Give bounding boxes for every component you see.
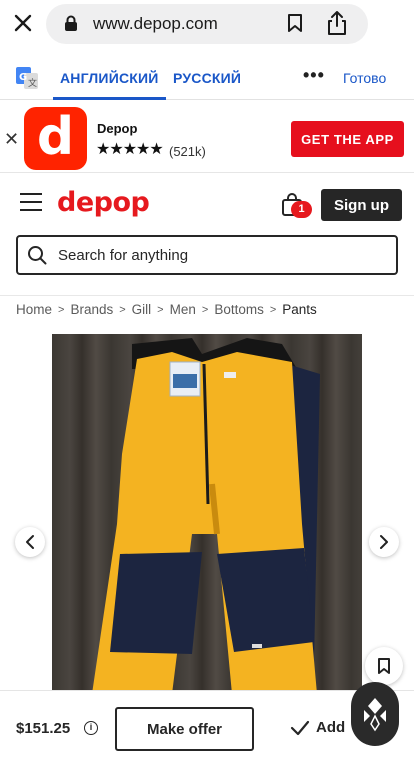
browser-toolbar: www.depop.com <box>0 0 414 50</box>
active-tab-indicator <box>53 97 166 100</box>
diamond-emblem-icon <box>364 698 386 732</box>
url-text[interactable]: www.depop.com <box>93 14 218 34</box>
share-icon[interactable] <box>326 10 348 36</box>
chevron-right-icon: > <box>58 303 65 316</box>
breadcrumb-gill[interactable]: Gill <box>132 302 152 317</box>
breadcrumb-brands[interactable]: Brands <box>70 302 113 317</box>
bookmark-icon[interactable] <box>287 13 303 33</box>
done-button[interactable]: Готово <box>343 70 386 86</box>
depop-logo[interactable]: depop <box>57 187 150 218</box>
chevron-right-icon: > <box>269 303 277 316</box>
svg-text:文: 文 <box>28 77 37 89</box>
chevron-right-icon: > <box>119 303 126 316</box>
google-translate-icon: G 文 <box>16 67 38 89</box>
info-icon[interactable]: i <box>84 721 98 735</box>
close-tab-icon[interactable] <box>8 8 38 38</box>
chevron-right-icon <box>380 535 388 549</box>
target-language-tab[interactable]: РУССКИЙ <box>173 70 241 86</box>
add-to-bag-button[interactable]: Add <box>290 719 345 736</box>
menu-icon[interactable] <box>20 193 42 211</box>
search-input[interactable] <box>58 243 378 267</box>
breadcrumb-home[interactable]: Home <box>16 302 52 317</box>
chevron-left-icon <box>26 535 34 549</box>
bookmark-icon <box>378 658 390 674</box>
breadcrumb-pants: Pants <box>282 302 317 317</box>
next-image-button[interactable] <box>369 527 399 557</box>
save-item-button[interactable] <box>365 647 403 685</box>
chevron-right-icon: > <box>157 303 164 316</box>
product-image[interactable] <box>52 334 362 694</box>
site-header: depop 1 Sign up <box>0 174 414 230</box>
more-options-button[interactable]: ••• <box>303 65 325 86</box>
svg-text:G: G <box>19 72 27 83</box>
lock-icon <box>65 15 77 31</box>
rating-count: (521k) <box>169 144 206 159</box>
source-language-tab[interactable]: АНГЛИЙСКИЙ <box>60 70 159 86</box>
breadcrumb-men[interactable]: Men <box>170 302 196 317</box>
address-bar[interactable]: www.depop.com <box>46 4 368 44</box>
close-banner-icon[interactable]: ✕ <box>4 129 19 150</box>
cart-count-badge: 1 <box>291 201 312 218</box>
app-install-banner: ✕ d Depop ★★★★★ (521k) GET THE APP <box>0 101 414 173</box>
get-app-button[interactable]: GET THE APP <box>291 121 404 157</box>
previous-image-button[interactable] <box>15 527 45 557</box>
depop-app-icon: d <box>24 107 87 170</box>
add-button-label: Add <box>316 719 346 736</box>
search-icon <box>28 246 47 265</box>
search-bar[interactable] <box>16 235 398 275</box>
product-price: $151.25 <box>16 720 71 737</box>
translate-bar: G 文 АНГЛИЙСКИЙ РУССКИЙ ••• Готово <box>0 54 414 100</box>
chevron-right-icon: > <box>201 303 209 316</box>
sign-up-button[interactable]: Sign up <box>321 189 402 221</box>
sailing-trousers-illustration <box>92 338 320 694</box>
checkmark-icon <box>290 720 310 735</box>
breadcrumb-bottoms[interactable]: Bottoms <box>214 302 264 317</box>
make-offer-button[interactable]: Make offer <box>115 707 254 751</box>
rating-stars: ★★★★★ <box>96 141 164 158</box>
breadcrumb: Home > Brands > Gill > Men > Bottoms > P… <box>0 295 414 323</box>
floating-accessibility-badge[interactable] <box>351 682 399 746</box>
app-name: Depop <box>97 121 138 136</box>
